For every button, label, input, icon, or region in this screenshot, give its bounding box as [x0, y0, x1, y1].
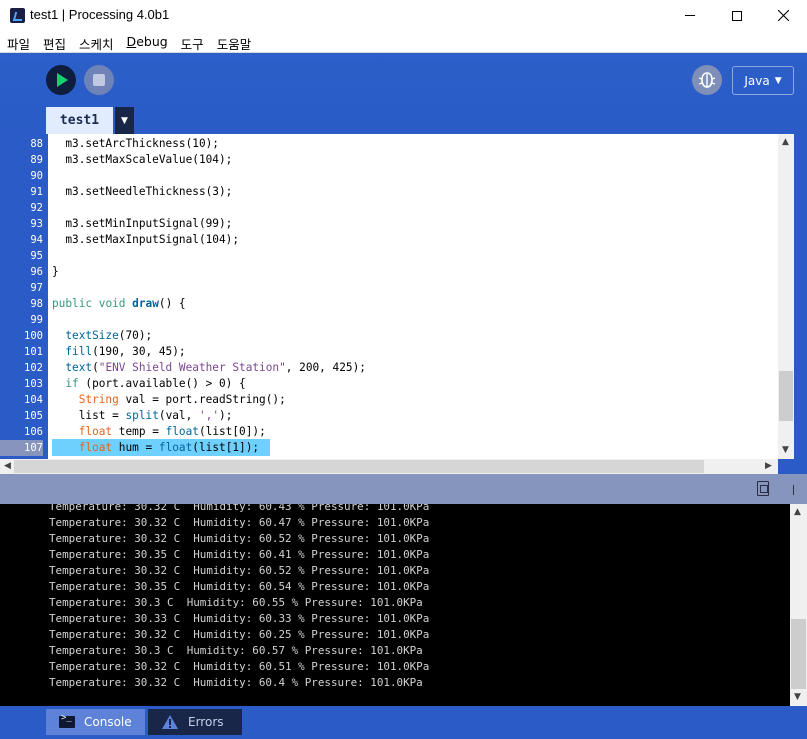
code-line: m3.setMinInputSignal(99);: [52, 217, 233, 230]
console-line: Temperature: 30.32 C Humidity: 60.43 % P…: [49, 504, 430, 513]
code-line: String val = port.readString();: [78, 393, 286, 406]
divider: [793, 485, 794, 495]
scroll-down-icon[interactable]: ▼: [782, 445, 789, 455]
console-header: [0, 474, 807, 504]
code-line: text("ENV Shield Weather Station", 200, …: [65, 361, 366, 374]
line-number-gutter: 88 89 90 91 92 93 94 95 96 97 98 99 100 101 102 103 104 1…: [0, 134, 48, 459]
scrollbar-corner: [778, 459, 807, 474]
code-text-area[interactable]: m3.setArcThickness(10); m3.setMaxScaleVa…: [48, 134, 778, 459]
tab-console-label: Console: [84, 715, 132, 729]
line-number: 94: [30, 234, 43, 246]
mode-selector[interactable]: Java ▼: [732, 66, 794, 95]
line-number: 96: [30, 266, 43, 278]
console-line: Temperature: 30.3 C Humidity: 60.55 % Pr…: [49, 596, 423, 609]
line-number: 102: [24, 362, 43, 374]
line-number: 103: [24, 378, 43, 390]
line-number: 92: [30, 202, 43, 214]
menu-bar: 파일 편집 스케치 Debug 도구 도움말: [0, 31, 807, 53]
console-scroll-thumb[interactable]: [791, 619, 806, 689]
close-icon: [777, 10, 789, 21]
code-line: list = split(val, ',');: [52, 409, 233, 422]
menu-debug[interactable]: Debug: [120, 31, 174, 52]
debug-button[interactable]: [692, 65, 722, 95]
line-number: 101: [24, 346, 43, 358]
close-button[interactable]: [760, 0, 806, 31]
scroll-up-icon[interactable]: ▲: [782, 137, 789, 147]
minimize-button[interactable]: [667, 0, 713, 31]
tab-menu-button[interactable]: ▼: [115, 107, 134, 134]
console-line: Temperature: 30.32 C Humidity: 60.51 % P…: [49, 660, 430, 673]
tab-errors[interactable]: Errors: [148, 709, 242, 735]
mode-label: Java: [744, 73, 770, 88]
code-line: m3.setMaxScaleValue(104);: [52, 153, 233, 166]
line-number: 104: [24, 394, 43, 406]
line-number: 106: [24, 426, 43, 438]
code-line: m3.setNeedleThickness(3);: [52, 185, 233, 198]
scroll-right-icon[interactable]: ▶: [765, 461, 772, 471]
menu-file[interactable]: 파일: [0, 31, 36, 52]
scroll-up-icon[interactable]: ▲: [794, 507, 801, 517]
console-line: Temperature: 30.32 C Humidity: 60.52 % P…: [49, 564, 430, 577]
line-number: 88: [30, 138, 43, 150]
window-title: test1 | Processing 4.0b1: [30, 7, 170, 22]
line-number: 93: [30, 218, 43, 230]
minimize-icon: [685, 15, 695, 16]
scroll-left-icon[interactable]: ◀: [4, 461, 11, 471]
chevron-down-icon: ▼: [121, 115, 128, 126]
console-output[interactable]: Temperature: 30.32 C Humidity: 60.43 % P…: [0, 504, 807, 706]
code-line: fill(190, 30, 45);: [65, 345, 186, 358]
editor-horizontal-scroll-thumb[interactable]: [14, 460, 704, 473]
line-number: 99: [30, 314, 43, 326]
line-number: 91: [30, 186, 43, 198]
line-number: 100: [24, 330, 43, 342]
toolbar: Java ▼ test1 ▼: [0, 53, 807, 134]
code-editor: 88 89 90 91 92 93 94 95 96 97 98 99 100 101 102 103 104 1…: [0, 134, 807, 474]
tab-test1[interactable]: test1: [46, 107, 113, 134]
line-number: 90: [30, 170, 43, 182]
maximize-icon: [732, 10, 742, 21]
chevron-down-icon: ▼: [774, 75, 782, 86]
menu-edit[interactable]: 편집: [36, 31, 72, 52]
processing-app-icon: [10, 8, 25, 23]
menu-tools[interactable]: 도구: [174, 31, 210, 52]
tab-errors-label: Errors: [188, 715, 224, 729]
console-line: Temperature: 30.32 C Humidity: 60.4 % Pr…: [49, 676, 423, 689]
console-line: Temperature: 30.32 C Humidity: 60.47 % P…: [49, 516, 430, 529]
code-line: float temp = float(list[0]);: [78, 425, 266, 438]
editor-vertical-scroll-thumb[interactable]: [779, 371, 793, 421]
console-line: Temperature: 30.35 C Humidity: 60.41 % P…: [49, 548, 430, 561]
code-line: float hum = float(list[1]);: [78, 441, 260, 454]
debug-icon: [698, 72, 716, 88]
tab-console[interactable]: Console: [46, 709, 145, 735]
line-number: 89: [30, 154, 43, 166]
stop-button[interactable]: [84, 65, 114, 95]
run-button[interactable]: [46, 65, 76, 95]
console-line: Temperature: 30.32 C Humidity: 60.52 % P…: [49, 532, 430, 545]
maximize-button[interactable]: [714, 0, 760, 31]
console-line: Temperature: 30.32 C Humidity: 60.25 % P…: [49, 628, 430, 641]
code-line: m3.setMaxInputSignal(104);: [52, 233, 240, 246]
menu-sketch[interactable]: 스케치: [72, 31, 120, 52]
line-number: 107: [0, 440, 43, 456]
code-line: textSize(70);: [65, 329, 153, 342]
line-number: 97: [30, 282, 43, 294]
code-line: m3.setArcThickness(10);: [52, 137, 219, 150]
code-line: }: [52, 265, 59, 278]
console-line: Temperature: 30.33 C Humidity: 60.33 % P…: [49, 612, 430, 625]
console-icon: [59, 713, 75, 728]
code-line: if (port.available() > 0) {: [65, 377, 246, 390]
warning-icon: [162, 715, 178, 729]
line-number: 98: [30, 298, 43, 310]
footer-bar: Console Errors: [0, 706, 807, 739]
menu-help[interactable]: 도움말: [210, 31, 258, 52]
copy-icon[interactable]: [757, 481, 769, 496]
console-line: Temperature: 30.3 C Humidity: 60.57 % Pr…: [49, 644, 423, 657]
scroll-down-icon[interactable]: ▼: [794, 692, 801, 702]
code-line: public void draw() {: [52, 297, 186, 310]
line-number: 105: [24, 410, 43, 422]
line-number: 95: [30, 250, 43, 262]
title-bar: test1 | Processing 4.0b1: [0, 0, 807, 31]
console-line: Temperature: 30.35 C Humidity: 60.54 % P…: [49, 580, 430, 593]
